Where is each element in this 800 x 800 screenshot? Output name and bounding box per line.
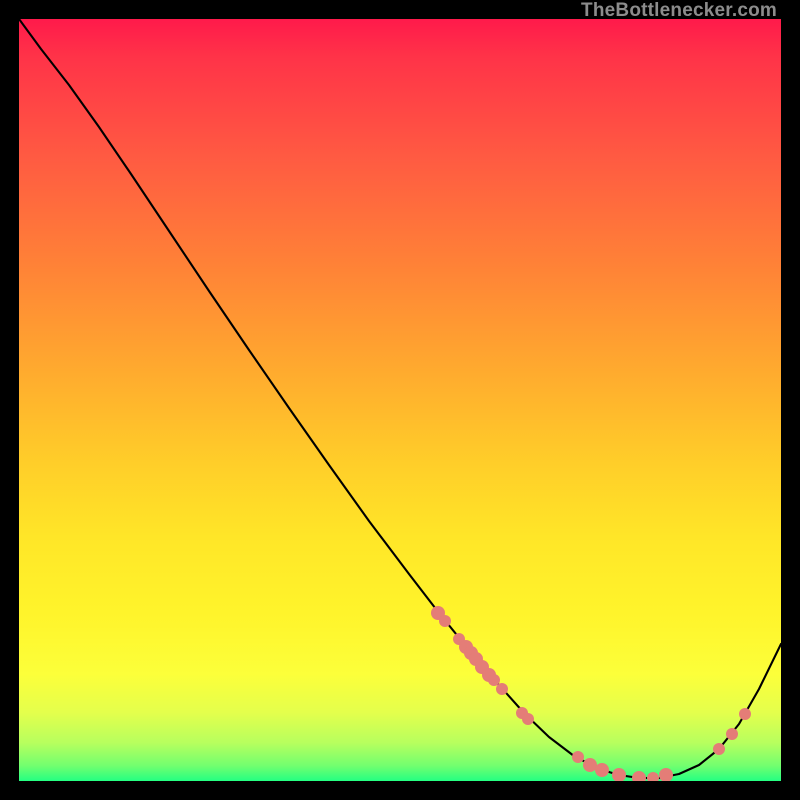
dot-layer — [431, 606, 751, 781]
data-point — [496, 683, 508, 695]
data-point — [583, 758, 597, 772]
data-point — [713, 743, 725, 755]
chart-frame: TheBottlenecker.com — [0, 0, 800, 800]
chart-svg — [19, 19, 781, 781]
data-point — [595, 763, 609, 777]
performance-curve — [19, 19, 781, 778]
data-point — [439, 615, 451, 627]
data-point — [632, 771, 646, 781]
data-point — [726, 728, 738, 740]
data-point — [488, 674, 500, 686]
data-point — [647, 772, 659, 781]
data-point — [522, 713, 534, 725]
data-point — [612, 768, 626, 781]
data-point — [572, 751, 584, 763]
data-point — [659, 768, 673, 781]
chart-inner-area — [19, 19, 781, 781]
data-point — [739, 708, 751, 720]
